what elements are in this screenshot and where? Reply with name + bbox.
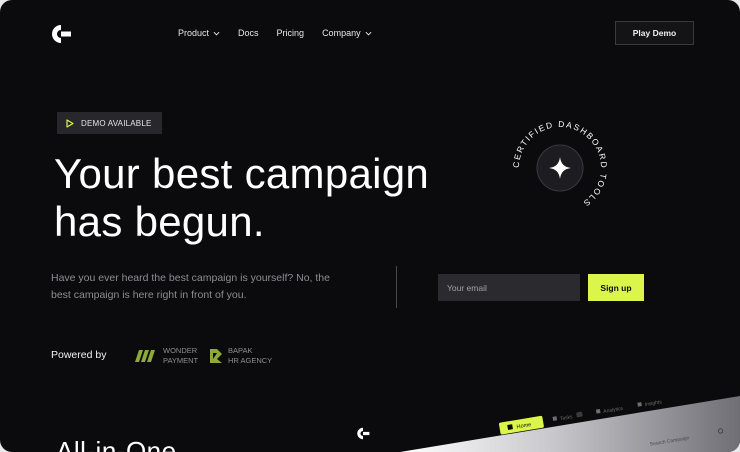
- partner-logo-wonder-payment: WONDER PAYMENT: [134, 346, 198, 366]
- wonder-payment-logo-icon: [135, 350, 155, 362]
- partner-name-line: PAYMENT: [163, 356, 199, 365]
- demo-available-badge: DEMO AVAILABLE: [57, 112, 162, 134]
- main-nav: Product Docs Pricing Company: [178, 28, 390, 38]
- preview-topbar: Home Tasks Analytics Insights: [498, 399, 663, 435]
- preview-search-placeholder: Search Campaign: [649, 435, 690, 448]
- partner-name: WONDER PAYMENT: [163, 346, 198, 366]
- preview-panel: [400, 396, 740, 452]
- chevron-down-icon: [365, 31, 372, 35]
- search-icon: [717, 428, 724, 434]
- subtext-line: best campaign is here right in front of …: [51, 289, 247, 301]
- headline-line: Your best campaign: [54, 150, 430, 197]
- analytics-icon: [595, 409, 601, 414]
- preview-home-tab: [498, 415, 544, 435]
- insights-icon: [637, 402, 642, 407]
- subtext-line: Have you ever heard the best campaign is…: [51, 272, 330, 284]
- partner-name-line: BAPAK: [228, 346, 253, 355]
- nav-item-label: Company: [322, 28, 361, 38]
- partner-name: BAPAK HR AGENCY: [228, 346, 272, 366]
- hero-headline: Your best campaign has begun.: [54, 150, 474, 246]
- tasks-count-badge: [576, 411, 583, 418]
- play-demo-button[interactable]: Play Demo: [615, 21, 694, 45]
- nav-item-label: Pricing: [276, 28, 305, 38]
- preview-nav-label: Analytics: [603, 406, 624, 415]
- preview-nav-label: Insights: [644, 399, 662, 408]
- nav-item-product[interactable]: Product: [178, 28, 220, 38]
- preview-nav-label: Tasks: [559, 414, 573, 422]
- partner-name-line: WONDER: [163, 346, 198, 355]
- nav-item-company[interactable]: Company: [322, 28, 372, 38]
- partner-logo-bapak: BAPAK HR AGENCY: [209, 346, 272, 366]
- partner-name-line: HR AGENCY: [228, 356, 273, 365]
- page-frame: Product Docs Pricing Company Play Demo D…: [0, 0, 740, 452]
- brand-logo-icon[interactable]: [50, 24, 72, 44]
- nav-item-label: Docs: [238, 28, 259, 38]
- preview-search: Search Campaign: [649, 428, 724, 448]
- brand-logo-small-icon: [357, 427, 370, 440]
- signup-button[interactable]: Sign up: [588, 274, 644, 301]
- nav-item-label: Product: [178, 28, 210, 38]
- hero-subtext: Have you ever heard the best campaign is…: [51, 270, 371, 304]
- bapak-logo-icon: [210, 349, 222, 363]
- email-input[interactable]: [438, 274, 580, 301]
- badge-label: DEMO AVAILABLE: [81, 118, 152, 128]
- powered-by-label: Powered by: [51, 349, 107, 361]
- next-section-title: All-in-One: [56, 436, 177, 452]
- certified-badge: CERTIFIED DASHBOARD TOOLS: [511, 119, 608, 209]
- preview-home-label: Home: [516, 422, 531, 430]
- nav-item-pricing[interactable]: Pricing: [277, 28, 305, 38]
- play-icon: [66, 118, 74, 128]
- chevron-down-icon: [213, 31, 220, 35]
- vertical-divider: [396, 266, 397, 308]
- nav-item-docs[interactable]: Docs: [238, 28, 259, 38]
- tasks-icon: [552, 416, 558, 421]
- headline-line: has begun.: [54, 198, 265, 245]
- home-icon: [507, 424, 513, 430]
